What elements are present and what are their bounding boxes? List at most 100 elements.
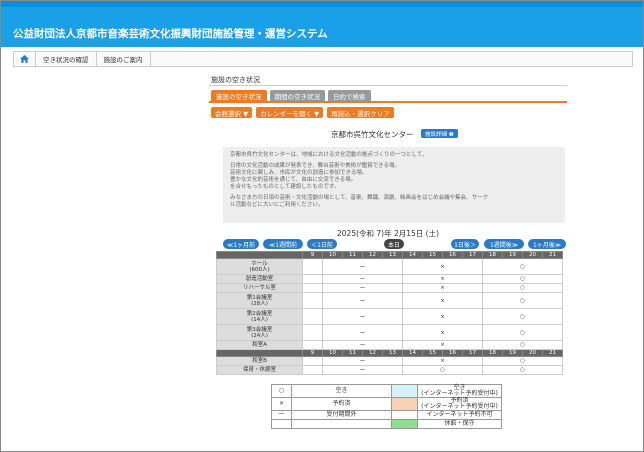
slot-cell[interactable]: ー bbox=[322, 324, 403, 341]
legend-label: 予約済 bbox=[291, 397, 392, 411]
legend-label bbox=[291, 419, 392, 429]
slot-cell[interactable]: ー bbox=[322, 258, 403, 275]
slot-cell[interactable]: ○ bbox=[482, 356, 563, 366]
slot-cell[interactable] bbox=[302, 292, 323, 309]
today-button[interactable]: 本日 bbox=[384, 239, 404, 249]
slot-cell[interactable] bbox=[302, 283, 323, 293]
slot-cell[interactable]: × bbox=[402, 356, 483, 366]
facility-name: 京都市呉竹文化センター bbox=[331, 130, 414, 139]
slot-cell[interactable]: × bbox=[402, 258, 483, 275]
slot-cell[interactable] bbox=[302, 340, 323, 350]
slot-cell[interactable]: × bbox=[402, 324, 483, 341]
slot-cell[interactable] bbox=[302, 356, 323, 366]
table-row: 保育・休憩室ー ○ ○ bbox=[216, 365, 563, 375]
facility-row-name: 創造活動室 bbox=[216, 274, 303, 284]
slot-cell[interactable]: ー bbox=[322, 356, 403, 366]
action-bar: 会館選択 ▼ カレンダーを開く ▼ 再読込・選択クリア bbox=[211, 107, 394, 118]
hour-header-cell: 16 bbox=[442, 349, 463, 357]
slot-cell[interactable]: × bbox=[402, 340, 483, 350]
legend-color-swatch bbox=[391, 410, 418, 420]
slot-cell[interactable]: ○ bbox=[402, 365, 483, 375]
section-title: 施設の空き状況 bbox=[211, 76, 260, 84]
slot-cell[interactable]: ー bbox=[322, 308, 403, 325]
prev-month-button[interactable]: ≪1ヶ月前 bbox=[223, 239, 259, 249]
slot-cell[interactable]: ー bbox=[322, 340, 403, 350]
facility-detail-button[interactable]: 施設詳細 ❶ bbox=[421, 129, 458, 138]
nav-availability[interactable]: 空き状況の確認 bbox=[36, 52, 97, 66]
tab-facility-availability[interactable]: 施設の空き状況 bbox=[211, 90, 267, 101]
slot-cell[interactable]: ー bbox=[322, 365, 403, 375]
facility-row-name: ホール (600人) bbox=[216, 258, 303, 275]
availability-table: 9 10 11 12 13 14 15 16 17 18 19 20 21 ホール (600人) ー × ○ 創造活… bbox=[216, 251, 563, 375]
table-row: 和室B ー × ○ bbox=[216, 356, 563, 366]
slot-cell[interactable] bbox=[302, 274, 323, 284]
facility-row-name: 第2会議室 (14人) bbox=[216, 308, 303, 325]
slot-cell[interactable]: × bbox=[402, 274, 483, 284]
slot-cell[interactable]: ○ bbox=[482, 274, 563, 284]
legend-symbol: ○ bbox=[271, 384, 292, 398]
legend-row: ー受付期間外 インターネット予約不可 bbox=[271, 410, 502, 420]
nav-bar: 空き状況の確認 施設のご案内 bbox=[13, 51, 633, 67]
slot-cell[interactable]: ○ bbox=[482, 324, 563, 341]
hour-header-cell: 12 bbox=[362, 251, 383, 259]
table-row: 第3会議室 (24人) ー × ○ bbox=[216, 324, 563, 341]
next-month-button[interactable]: 1ヶ月後≫ bbox=[528, 239, 566, 249]
slot-cell[interactable]: ー bbox=[322, 292, 403, 309]
slot-cell[interactable]: ○ bbox=[482, 258, 563, 275]
slot-cell[interactable] bbox=[302, 258, 323, 275]
facility-row-name: 和室A bbox=[216, 340, 303, 350]
reload-clear-button[interactable]: 再読込・選択クリア bbox=[327, 107, 394, 118]
desc-para-3: みなさま方の日頃の芸術・文化活動の場として、音楽、舞踊、演劇、映画会をはじめ会議… bbox=[230, 195, 558, 209]
table-row: ホール (600人) ー × ○ bbox=[216, 258, 563, 275]
divider bbox=[209, 85, 567, 86]
facility-description: 京都市呉竹文化センターは、地域における文化活動の拠点づくりの一つとして、 日常の… bbox=[223, 147, 565, 223]
hour-header-cell: 9 bbox=[302, 349, 323, 357]
table-row: 第2会議室 (14人) ー × ○ bbox=[216, 308, 563, 325]
legend-label-2: 空き (インターネット予約受付中) bbox=[417, 384, 502, 398]
slot-cell[interactable]: × bbox=[402, 283, 483, 293]
prev-week-button[interactable]: ≪1週間前 bbox=[263, 239, 303, 249]
nav-facility-guide[interactable]: 施設のご案内 bbox=[97, 52, 151, 66]
legend-label-2: インターネット予約不可 bbox=[417, 410, 502, 420]
desc-para-1: 京都市呉竹文化センターは、地域における文化活動の拠点づくりの一つとして、 bbox=[230, 152, 558, 159]
slot-cell[interactable] bbox=[302, 308, 323, 325]
hall-select-button[interactable]: 会館選択 ▼ bbox=[211, 107, 253, 118]
hour-header-row: 9 10 11 12 13 14 15 16 17 18 19 20 21 bbox=[216, 349, 563, 357]
app-header: 公益財団法人京都市音楽芸術文化振興財団施設管理・運営システム bbox=[1, 1, 643, 47]
hour-header-blank bbox=[216, 349, 303, 357]
legend-symbol: × bbox=[271, 397, 292, 411]
slot-cell[interactable]: ○ bbox=[482, 340, 563, 350]
slot-cell[interactable]: ー bbox=[322, 283, 403, 293]
hour-header-cell: 11 bbox=[342, 251, 363, 259]
home-icon[interactable] bbox=[14, 52, 36, 66]
facility-row-name: 第3会議室 (24人) bbox=[216, 324, 303, 341]
slot-cell[interactable]: ー bbox=[322, 274, 403, 284]
hour-header-cell: 20 bbox=[522, 251, 543, 259]
legend-symbol bbox=[271, 419, 292, 429]
slot-cell[interactable]: ○ bbox=[482, 283, 563, 293]
next-day-button[interactable]: 1日後＞ bbox=[451, 239, 479, 249]
next-week-button[interactable]: 1週間後≫ bbox=[484, 239, 524, 249]
hour-header-cell: 15 bbox=[422, 349, 443, 357]
hour-header-cell: 11 bbox=[342, 349, 363, 357]
legend: ○ 空き 空き (インターネット予約受付中) × 予約済 予約済 (インターネット予約受付中)… bbox=[271, 384, 502, 429]
legend-row: × 予約済 予約済 (インターネット予約受付中) bbox=[271, 397, 502, 411]
hour-header-cell: 21 bbox=[542, 251, 563, 259]
hour-header-cell: 17 bbox=[462, 251, 483, 259]
hour-header-blank bbox=[216, 251, 303, 259]
slot-cell[interactable]: ○ bbox=[482, 365, 563, 375]
slot-cell[interactable] bbox=[302, 324, 323, 341]
hour-header-cell: 16 bbox=[442, 251, 463, 259]
hour-header-cell: 14 bbox=[402, 349, 423, 357]
slot-cell[interactable]: ○ bbox=[482, 308, 563, 325]
slot-cell[interactable]: × bbox=[402, 292, 483, 309]
open-calendar-button[interactable]: カレンダーを開く ▼ bbox=[256, 107, 324, 118]
tab-date-search[interactable]: 日約で検索 bbox=[328, 90, 371, 101]
tab-period-availability[interactable]: 期間の空き状況 bbox=[269, 90, 325, 101]
table-row: 創造活動室 ー × ○ bbox=[216, 274, 563, 284]
prev-day-button[interactable]: ＜1日前 bbox=[307, 239, 337, 249]
slot-cell[interactable]: ○ bbox=[482, 292, 563, 309]
legend-label-2: 休館・保守 bbox=[417, 419, 502, 429]
slot-cell[interactable]: × bbox=[402, 308, 483, 325]
slot-cell[interactable] bbox=[302, 365, 323, 375]
